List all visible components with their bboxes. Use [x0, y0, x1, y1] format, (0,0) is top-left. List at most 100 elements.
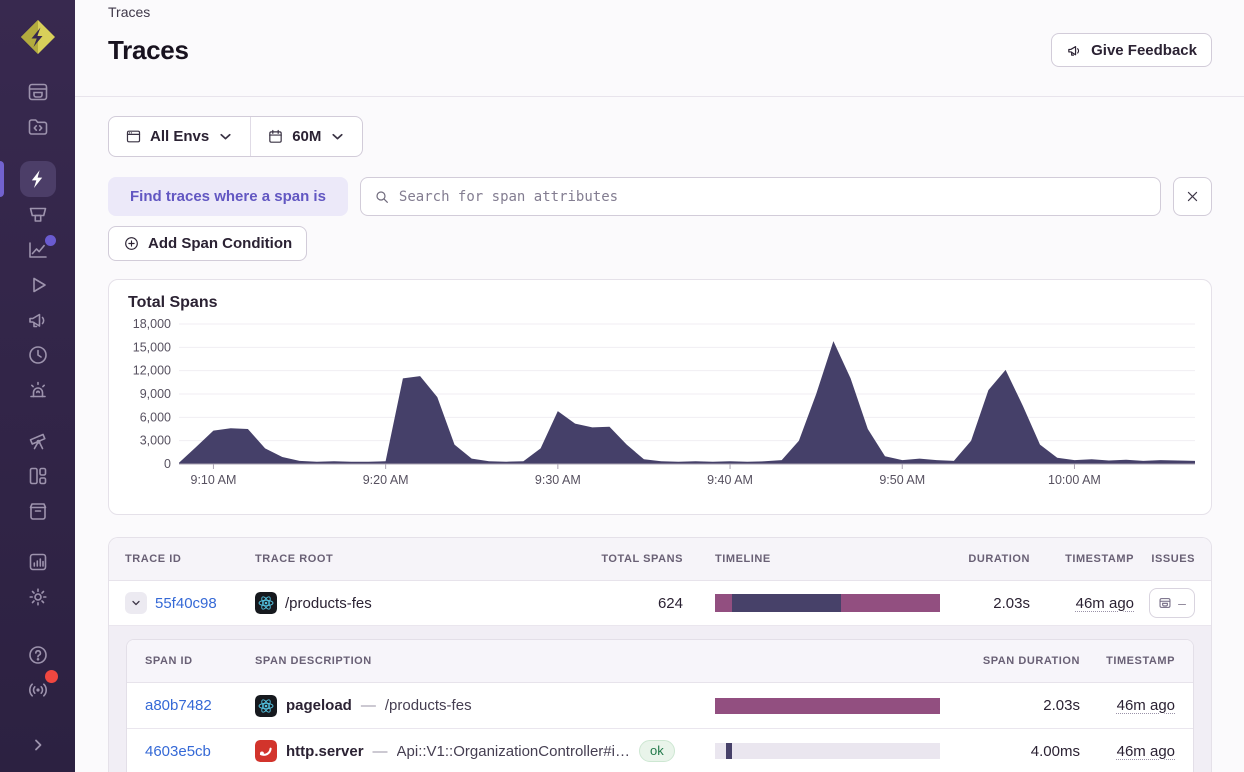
svg-text:15,000: 15,000	[133, 340, 171, 354]
megaphone-icon	[28, 313, 44, 328]
sidebar-item-whats-new[interactable]	[20, 670, 58, 707]
col-total-spans: Total Spans	[601, 553, 683, 565]
trace-issues-button[interactable]: –	[1149, 588, 1195, 618]
issues-count: –	[1178, 595, 1186, 611]
span-id-link[interactable]: a80b7482	[145, 697, 212, 714]
sidebar-item-releases[interactable]	[20, 494, 56, 528]
chevron-down-icon	[132, 600, 140, 606]
sidebar-item-replays[interactable]	[20, 268, 56, 302]
telescope-icon	[29, 433, 46, 450]
archive-box-icon	[29, 503, 46, 520]
sidebar-item-help[interactable]	[20, 638, 56, 672]
calendar-icon	[269, 129, 282, 143]
page-title: Traces	[108, 34, 189, 65]
add-span-condition-button[interactable]: Add Span Condition	[108, 226, 308, 261]
page-filter-bar: All Envs 60M	[108, 116, 364, 157]
give-feedback-label: Give Feedback	[1091, 41, 1197, 59]
sidebar-item-crons[interactable]	[20, 338, 56, 372]
play-icon	[32, 277, 46, 293]
col-span-description: Span Description	[255, 655, 372, 667]
projector-icon	[29, 207, 46, 222]
span-timestamp[interactable]: 46m ago	[1117, 743, 1175, 760]
svg-text:10:00 AM: 10:00 AM	[1048, 473, 1101, 487]
span-row: 4603e5cb http.server — Api::V1::Organiza…	[127, 728, 1193, 772]
environment-filter-dropdown[interactable]: All Envs	[109, 117, 250, 156]
trace-total-spans: 624	[657, 594, 683, 612]
spans-table-header: Span ID Span Description Span Duration T…	[127, 640, 1193, 683]
col-duration: Duration	[968, 553, 1030, 565]
span-op: pageload	[286, 697, 352, 714]
traces-table: Trace ID Trace Root Total Spans Timeline…	[108, 537, 1212, 772]
react-icon	[255, 694, 277, 717]
page-content: All Envs 60M Find traces where a span is	[75, 97, 1244, 772]
time-range-dropdown[interactable]: 60M	[251, 117, 362, 156]
siren-icon	[29, 381, 46, 398]
sidebar-item-alerts[interactable]	[20, 373, 56, 407]
span-timestamp[interactable]: 46m ago	[1117, 697, 1175, 714]
main-area: Traces Traces Give Feedback All Envs 60M…	[75, 0, 1244, 772]
svg-text:0: 0	[164, 457, 171, 471]
chevron-right-icon	[34, 739, 41, 751]
clear-search-button[interactable]	[1173, 177, 1212, 216]
sidebar-item-feedback[interactable]	[20, 303, 56, 337]
svg-text:9:40 AM: 9:40 AM	[707, 473, 753, 487]
trace-id-link[interactable]: 55f40c98	[155, 595, 217, 612]
sidebar-item-stats[interactable]	[20, 545, 56, 579]
stats-bars-icon	[29, 553, 46, 571]
breadcrumb[interactable]: Traces	[108, 2, 1212, 22]
help-icon	[28, 646, 47, 664]
col-span-id: Span ID	[145, 655, 193, 667]
give-feedback-button[interactable]: Give Feedback	[1051, 33, 1212, 67]
sidebar-item-settings[interactable]	[20, 580, 56, 614]
page-header: Traces Traces Give Feedback	[75, 0, 1244, 97]
span-attributes-search[interactable]	[359, 177, 1161, 216]
span-description: /products-fes	[384, 697, 472, 714]
col-span-duration: Span Duration	[982, 655, 1080, 667]
svg-text:9:50 AM: 9:50 AM	[879, 473, 925, 487]
sidebar-item-performance[interactable]	[20, 233, 56, 267]
megaphone-icon	[1068, 45, 1080, 56]
sentry-logo[interactable]	[18, 17, 58, 57]
inbox-icon	[1159, 598, 1171, 608]
sidebar-item-projects[interactable]	[20, 110, 56, 144]
trace-duration: 2.03s	[993, 594, 1030, 612]
svg-text:12,000: 12,000	[133, 364, 171, 378]
sidebar-bottom-nav	[20, 638, 58, 772]
search-input[interactable]	[398, 188, 1147, 205]
svg-text:9,000: 9,000	[140, 387, 171, 401]
svg-text:6,000: 6,000	[140, 410, 171, 424]
trace-row: 55f40c98 /products-fes 624 2.03s 46m ago…	[109, 581, 1211, 625]
environment-filter-label: All Envs	[150, 128, 210, 145]
sidebar-item-dashboards[interactable]	[20, 459, 56, 493]
code-folder-icon	[28, 119, 47, 135]
span-duration: 4.00ms	[1030, 742, 1080, 760]
clock-icon	[28, 346, 47, 364]
inbox-icon	[28, 83, 47, 101]
svg-text:9:30 AM: 9:30 AM	[535, 473, 581, 487]
span-description: Api::V1::OrganizationController#i…	[396, 742, 630, 760]
col-timestamp: Timestamp	[1065, 553, 1134, 565]
search-icon	[376, 190, 388, 203]
sidebar	[0, 0, 75, 772]
sidebar-item-traces[interactable]	[19, 161, 56, 197]
separator: —	[360, 697, 376, 714]
app-window: Traces Traces Give Feedback All Envs 60M…	[0, 0, 1244, 772]
span-id-link[interactable]: 4603e5cb	[145, 743, 211, 760]
ruby-icon	[255, 740, 277, 762]
span-duration: 2.03s	[1043, 697, 1080, 714]
col-trace-id: Trace ID	[125, 553, 182, 565]
trace-timestamp[interactable]: 46m ago	[1076, 595, 1134, 612]
notification-dot-red	[44, 670, 58, 683]
expanded-trace-panel: Span ID Span Description Span Duration T…	[109, 625, 1211, 772]
close-icon	[1187, 191, 1198, 202]
col-trace-root: Trace Root	[255, 553, 334, 565]
svg-text:3,000: 3,000	[140, 434, 171, 448]
sidebar-item-insights[interactable]	[20, 198, 56, 232]
plus-circle-icon	[125, 237, 138, 250]
separator: —	[372, 742, 388, 760]
collapse-trace-button[interactable]	[125, 592, 147, 614]
sidebar-item-issues[interactable]	[20, 75, 56, 109]
sidebar-collapse-toggle[interactable]	[20, 728, 56, 762]
span-search-row: Find traces where a span is	[108, 177, 1212, 216]
sidebar-item-discover[interactable]	[20, 424, 56, 458]
